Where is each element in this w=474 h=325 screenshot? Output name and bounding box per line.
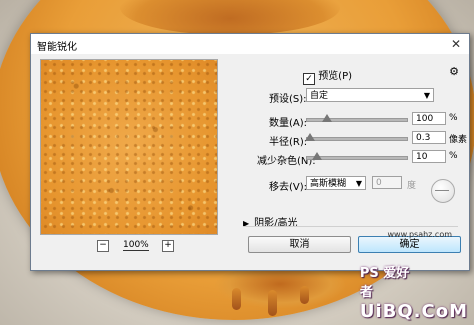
zoom-out-button[interactable]: − <box>97 240 109 252</box>
gear-icon[interactable]: ⚙ <box>449 65 459 78</box>
amount-slider[interactable] <box>306 114 408 122</box>
remove-select[interactable]: 高斯模糊 ▼ <box>306 176 366 190</box>
zoom-in-button[interactable]: + <box>162 240 174 252</box>
noise-slider-thumb[interactable] <box>312 152 322 160</box>
radius-unit: 像素 <box>449 135 468 145</box>
noise-unit: % <box>449 151 458 161</box>
amount-field[interactable]: 100 <box>412 112 446 125</box>
title-bar: 智能锐化 ✕ <box>31 34 469 54</box>
section-label: 阴影/高光 <box>254 218 298 229</box>
chevron-down-icon: ▼ <box>423 91 430 100</box>
preview-label: 预览(P) <box>318 71 353 82</box>
honey-drip <box>232 288 241 310</box>
radius-slider[interactable] <box>305 133 408 141</box>
amount-unit: % <box>449 113 458 123</box>
preset-value: 自定 <box>310 91 329 101</box>
preview-image[interactable] <box>40 59 218 235</box>
watermark: PS 爱好者 UiBQ.CoM <box>359 266 468 322</box>
radius-label: 半径(R): <box>269 137 308 148</box>
close-icon[interactable]: ✕ <box>449 37 463 51</box>
watermark-brand: UiBQ.CoM <box>359 301 468 322</box>
chevron-down-icon: ▼ <box>355 179 362 188</box>
radius-slider-thumb[interactable] <box>305 133 315 141</box>
honey-drip <box>300 286 309 304</box>
preset-label: 预设(S): <box>269 94 307 105</box>
amount-label: 数量(A): <box>269 118 308 129</box>
noise-field[interactable]: 10 <box>412 150 446 163</box>
radius-field[interactable]: 0.3 <box>412 131 446 144</box>
angle-field[interactable]: 0 <box>372 176 402 189</box>
cancel-button[interactable]: 取消 <box>248 236 351 253</box>
watermark-ps: PS 爱好者 <box>359 266 410 300</box>
preset-select[interactable]: 自定 ▼ <box>306 88 434 102</box>
amount-slider-thumb[interactable] <box>322 114 332 122</box>
noise-slider[interactable] <box>306 152 408 160</box>
honey-drip <box>268 290 277 316</box>
zoom-level: 100% <box>123 240 149 251</box>
angle-unit: 度 <box>407 181 417 191</box>
preview-checkbox[interactable]: ✓ <box>303 73 315 85</box>
preview-toggle[interactable]: ✓ 预览(P) <box>303 67 352 85</box>
divider <box>243 226 458 227</box>
remove-value: 高斯模糊 <box>310 179 347 189</box>
remove-label: 移去(V): <box>269 182 308 193</box>
angle-dial[interactable] <box>431 179 455 203</box>
watermark-url: www.psahz.com <box>387 230 452 239</box>
dialog-title: 智能锐化 <box>37 42 77 53</box>
